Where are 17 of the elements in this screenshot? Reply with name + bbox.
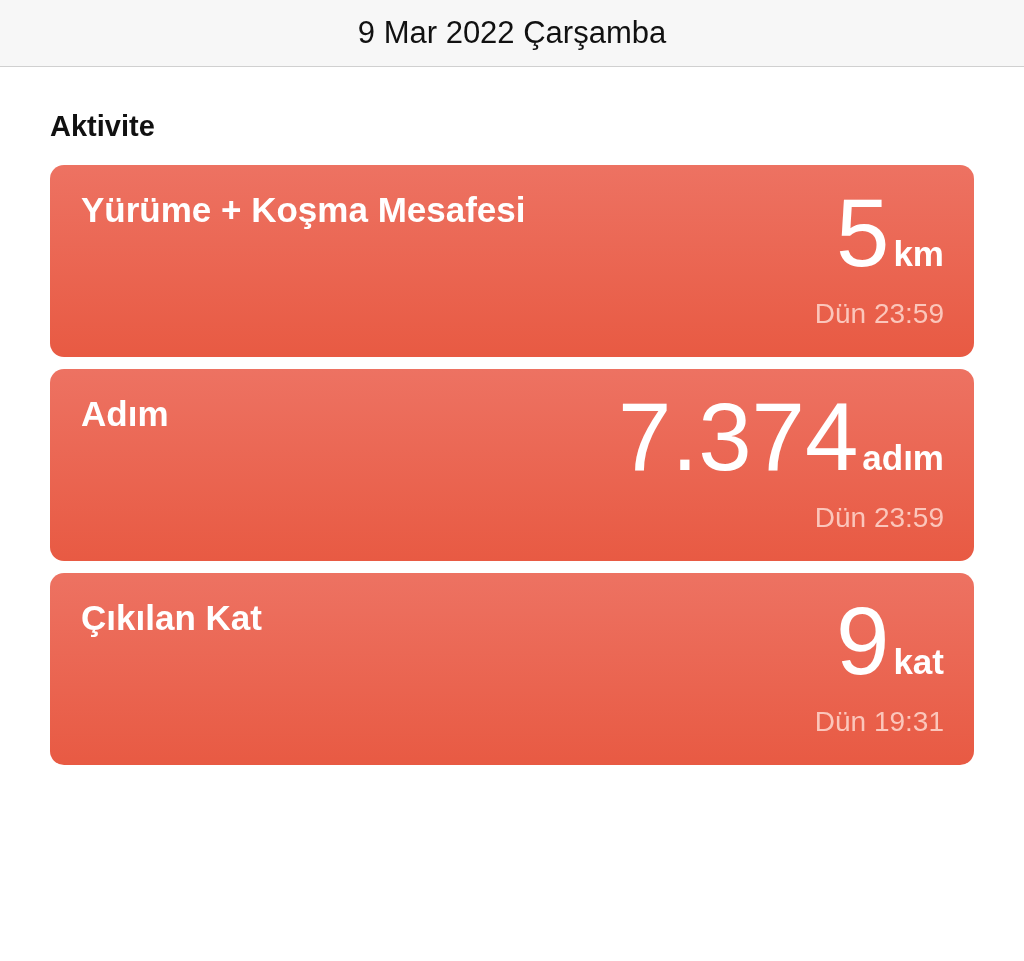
metric-unit: adım (862, 436, 944, 479)
metric-value: 5 (836, 184, 890, 281)
section-title: Aktivite (50, 109, 156, 144)
timestamp: Dün 23:59 (814, 296, 944, 331)
activity-card[interactable]: Çıkılan Kat 9 kat Dün 19:31 (50, 572, 974, 765)
timestamp: Dün 23:59 (814, 500, 944, 535)
activity-card[interactable]: Adım 7.374adım Dün 23:59 (50, 368, 974, 561)
activity-card[interactable]: Yürüme + Koşma Mesafesi 5 km Dün 23:59 (50, 164, 974, 357)
metric-unit: km (893, 232, 944, 275)
card-title: Çıkılan Kat (81, 596, 262, 639)
metric-value: 7.374 (618, 388, 859, 485)
card-title: Adım (81, 392, 169, 435)
card-title: Yürüme + Koşma Mesafesi (81, 188, 526, 231)
date-title: 9 Mar 2022 Çarşamba (357, 13, 667, 52)
metric-unit: kat (893, 640, 944, 683)
timestamp: Dün 19:31 (814, 704, 944, 739)
metric-value: 9 (836, 592, 890, 689)
